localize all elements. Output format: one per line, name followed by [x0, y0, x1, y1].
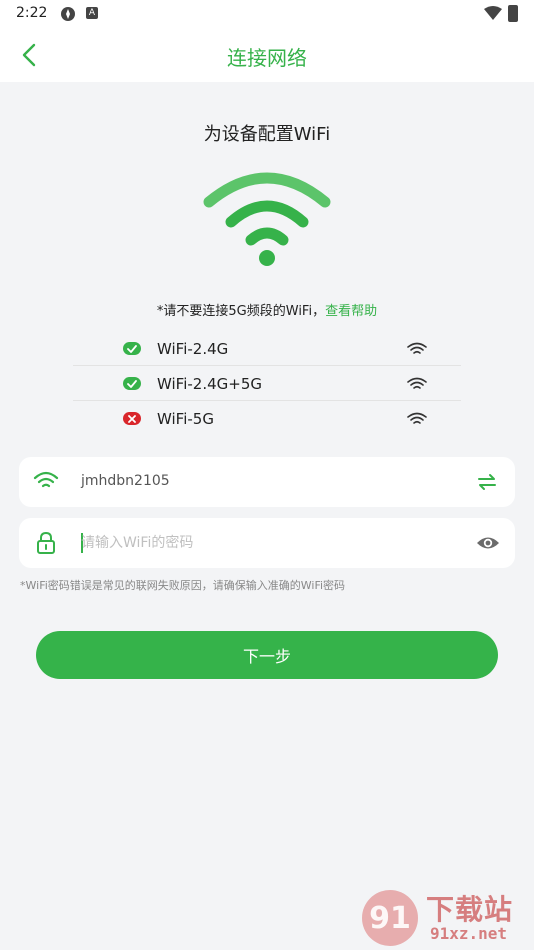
wifi-signal-icon: [407, 377, 427, 389]
status-bar: 2:22 A: [0, 0, 534, 28]
check-icon: [123, 342, 141, 355]
setup-heading: 为设备配置WiFi: [203, 124, 331, 145]
help-link[interactable]: 查看帮助: [325, 304, 377, 319]
ssid-field[interactable]: jmhdbn2105: [19, 457, 515, 507]
wifi-signal-icon: [407, 342, 427, 354]
status-wifi-icon: [484, 6, 502, 20]
band-row: WiFi-2.4G+5G: [73, 366, 461, 401]
band-list: WiFi-2.4G WiFi-2.4G+5G WiFi-5G: [73, 331, 461, 436]
band-label: WiFi-2.4G+5G: [157, 375, 262, 393]
switch-network-icon[interactable]: [476, 471, 498, 493]
watermark: 91 下载站 91xz.net: [360, 886, 530, 946]
battery-icon: [508, 5, 518, 22]
page-title: 连接网络: [227, 46, 307, 70]
notice-text: *请不要连接5G频段的WiFi，: [156, 304, 326, 319]
band-notice: *请不要连接5G频段的WiFi，查看帮助: [0, 300, 534, 319]
status-time: 2:22: [16, 5, 48, 21]
cross-icon: [123, 412, 141, 425]
band-label: WiFi-2.4G: [157, 340, 229, 358]
lock-icon: [37, 531, 55, 554]
notification-app-icon: [61, 7, 75, 21]
band-row: WiFi-2.4G: [73, 331, 461, 366]
notification-letter-icon: A: [86, 7, 98, 19]
band-row: WiFi-5G: [73, 401, 461, 436]
wifi-icon: [33, 471, 59, 488]
watermark-title: 下载站: [426, 893, 514, 926]
ssid-value: jmhdbn2105: [81, 473, 170, 489]
watermark-logo: 91: [362, 890, 418, 946]
password-hint: *WiFi密码错误是常见的联网失败原因，请确保输入准确的WiFi密码: [20, 579, 346, 592]
nav-bar: 连接网络: [0, 28, 534, 82]
band-label: WiFi-5G: [157, 410, 214, 428]
password-input[interactable]: [81, 530, 451, 556]
password-field[interactable]: [19, 518, 515, 568]
next-step-button[interactable]: 下一步: [36, 631, 498, 679]
watermark-url: 91xz.net: [430, 924, 508, 943]
check-icon: [123, 377, 141, 390]
eye-icon[interactable]: [476, 532, 500, 554]
wifi-hero-icon: [203, 172, 331, 266]
wifi-signal-icon: [407, 412, 427, 424]
